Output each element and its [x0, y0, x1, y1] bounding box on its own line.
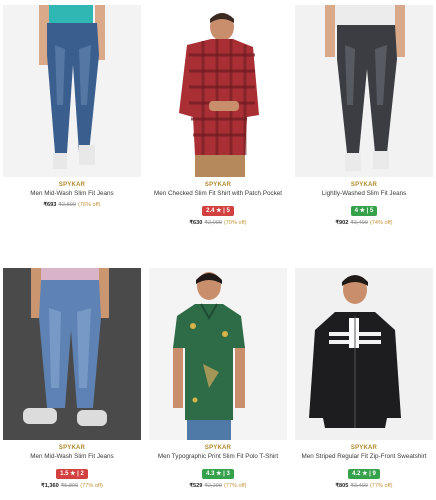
product-price: ₹693 ₹2,899 (76% off)	[3, 201, 141, 210]
product-image[interactable]	[149, 268, 287, 440]
discount-label: (70% off)	[223, 220, 247, 226]
product-brand: SPYKAR	[204, 182, 232, 188]
product-name[interactable]: Men Striped Regular Fit Zip-Front Sweats…	[295, 452, 433, 462]
product-brand: SPYKAR	[58, 182, 86, 188]
rating-badge: 2.4 ★ | 5	[202, 206, 234, 216]
product-image[interactable]	[3, 268, 141, 440]
product-name[interactable]: Men Typographic Print Slim Fit Polo T-Sh…	[149, 452, 287, 462]
product-brand: SPYKAR	[204, 445, 232, 451]
product-image[interactable]	[149, 5, 287, 177]
sale-price: ₹529	[189, 483, 203, 489]
product-price: ₹1,360 ₹5,899 (77% off)	[3, 482, 141, 491]
product-card[interactable]: SPYKAR Men Mid-Wash Slim Fit Jeans 1.5 ★…	[3, 268, 141, 493]
rating-badge: 4 ★ | 5	[350, 206, 378, 216]
sale-price: ₹693	[43, 202, 57, 208]
rating-badge: 1.5 ★ | 2	[56, 469, 88, 479]
product-card[interactable]: SPYKAR Men Checked Slim Fit Shirt with P…	[149, 5, 287, 228]
product-card[interactable]: SPYKAR Men Typographic Print Slim Fit Po…	[149, 268, 287, 493]
product-image[interactable]	[295, 5, 433, 177]
original-price: ₹2,099	[204, 220, 222, 226]
product-price: ₹805 ₹3,499 (77% off)	[295, 482, 433, 491]
discount-label: (76% off)	[77, 202, 101, 208]
sale-price: ₹902	[335, 220, 349, 226]
product-name[interactable]: Men Mid-Wash Slim Fit Jeans	[3, 452, 141, 462]
product-name[interactable]: Lightly-Washed Slim Fit Jeans	[295, 189, 433, 199]
product-price: ₹630 ₹2,099 (70% off)	[149, 219, 287, 228]
product-name[interactable]: Men Checked Slim Fit Shirt with Patch Po…	[149, 189, 287, 199]
original-price: ₹3,499	[350, 483, 368, 489]
rating-badge: 4.2 ★ | 9	[348, 469, 380, 479]
original-price: ₹5,899	[60, 483, 79, 489]
product-image[interactable]	[3, 5, 141, 177]
discount-label: (77% off)	[80, 483, 103, 489]
product-brand: SPYKAR	[350, 445, 378, 451]
original-price: ₹2,299	[204, 483, 222, 489]
product-price: ₹529 ₹2,299 (77% off)	[149, 482, 287, 491]
product-card[interactable]: SPYKAR Men Mid-Wash Slim Fit Jeans ₹693 ₹…	[3, 5, 141, 210]
product-card[interactable]: SPYKAR Lightly-Washed Slim Fit Jeans 4 ★…	[295, 5, 433, 228]
sale-price: ₹805	[335, 483, 349, 489]
original-price: ₹3,499	[350, 220, 368, 226]
sale-price: ₹1,360	[41, 483, 59, 489]
product-brand: SPYKAR	[350, 182, 378, 188]
discount-label: (74% off)	[369, 220, 393, 226]
product-image[interactable]	[295, 268, 433, 440]
product-brand: SPYKAR	[58, 445, 86, 451]
sale-price: ₹630	[189, 220, 203, 226]
product-name[interactable]: Men Mid-Wash Slim Fit Jeans	[3, 189, 141, 199]
product-price: ₹902 ₹3,499 (74% off)	[295, 219, 433, 228]
original-price: ₹2,899	[58, 202, 76, 208]
discount-label: (77% off)	[223, 483, 247, 489]
discount-label: (77% off)	[369, 483, 393, 489]
rating-badge: 4.3 ★ | 3	[202, 469, 234, 479]
product-card[interactable]: SPYKAR Men Striped Regular Fit Zip-Front…	[295, 268, 433, 493]
